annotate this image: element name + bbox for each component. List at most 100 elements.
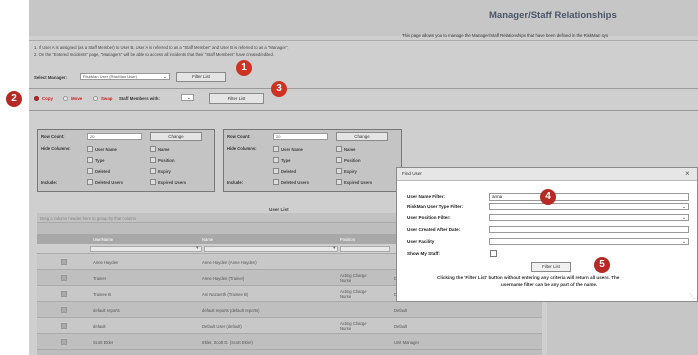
user-type-filter-select[interactable]: ⌄ [489,203,689,210]
cell-extra: Default [394,308,408,313]
chevron-down-icon: ⌄ [681,204,686,210]
staff-filter-list-button[interactable]: Filter List [209,93,264,104]
cell-position: Acting Charge Nurse [340,289,367,299]
include-label: Include: [41,180,58,185]
hide-position-checkbox[interactable] [336,157,342,163]
hide-name-label: Name [158,147,170,152]
position-filter-input[interactable] [340,246,390,252]
dialog-filter-list-button[interactable]: Filter List [531,262,571,272]
column-header-username[interactable]: UserName [93,237,113,242]
table-row[interactable]: default reports default reports (default… [37,302,542,318]
cell-name: Default User (default) [202,324,242,329]
dialog-help-line-1: Clicking the 'Filter List' button withou… [437,275,620,280]
column-header-name[interactable]: Name [202,237,213,242]
header-divider [29,40,698,41]
hide-deleted-checkbox[interactable] [273,168,279,174]
change-button[interactable]: Change [150,132,202,141]
hide-expiry-checkbox[interactable] [150,168,156,174]
table-row[interactable]: default Default User (default) Acting Ch… [37,318,542,334]
name-filter-input[interactable] [204,246,338,252]
filter-icon[interactable]: ▾ [196,246,199,251]
row-count-value: 20 [90,134,95,139]
hide-name-checkbox[interactable] [150,146,156,152]
left-options-panel: Row Count: 20 Change Hide Columns: User … [37,129,215,192]
facility-label: User Facility [407,239,435,244]
hide-position-checkbox[interactable] [150,157,156,163]
cell-position: Acting Charge Nurse [340,321,367,331]
user-name-filter-input[interactable]: anna [489,193,689,201]
copy-radio[interactable] [34,96,39,101]
move-radio[interactable] [63,96,68,101]
show-my-staff-checkbox[interactable] [490,250,497,257]
row-count-label: Row Count: [41,134,65,139]
swap-label: Swap [101,96,113,101]
row-checkbox[interactable] [61,339,67,345]
include-expired-users-checkbox[interactable] [336,179,342,185]
row-checkbox[interactable] [61,323,67,329]
close-icon[interactable]: × [685,169,690,178]
include-expired-users-checkbox[interactable] [150,179,156,185]
hide-expiry-label: Expiry [158,169,171,174]
row-checkbox[interactable] [61,307,67,313]
table-row[interactable]: Scott Ekler Ekler, Scott D. (Scott Ekler… [37,334,542,350]
dialog-help-line-2: username filter can be any part of the n… [501,282,598,287]
filter-icon[interactable]: ▾ [333,246,336,251]
cell-username: default [93,324,106,329]
hide-deleted-checkbox[interactable] [87,168,93,174]
row-count-input[interactable]: 20 [87,133,142,140]
position-filter-select[interactable]: ⌄ [489,214,689,221]
hide-username-label: User Name [95,147,117,152]
hide-columns-label: Hide Columns: [227,146,257,151]
row-checkbox[interactable] [61,291,67,297]
cell-username: default reports [93,308,120,313]
row-checkbox[interactable] [61,259,67,265]
include-expired-users-label: Expired Users [344,180,373,185]
dialog-titlebar: Find User × [397,168,697,181]
staff-members-dropdown[interactable]: ⌄ [181,94,194,101]
column-header-position[interactable]: Position [340,237,355,242]
section-divider-2 [29,110,698,111]
hide-username-checkbox[interactable] [273,146,279,152]
hide-type-checkbox[interactable] [273,157,279,163]
chevron-down-icon: ⌄ [681,239,686,245]
resize-grip-icon[interactable]: ⋱ [689,294,695,300]
include-deleted-users-checkbox[interactable] [87,179,93,185]
annotation-badge-3: 3 [271,81,287,97]
group-by-hint: Drag a column header here to group by th… [40,216,136,221]
annotation-badge-4: 4 [540,189,556,205]
chevron-down-icon: ⌄ [186,95,191,101]
select-manager-dropdown[interactable]: RiskMan User (RiskMan User) ⌄ [80,73,170,80]
cell-name: Anne Hayden (Anne Hayden) [202,260,257,265]
show-my-staff-label: Show My Staff: [407,251,440,256]
hide-type-checkbox[interactable] [87,157,93,163]
swap-radio[interactable] [93,96,98,101]
hide-name-checkbox[interactable] [336,146,342,152]
hide-expiry-checkbox[interactable] [336,168,342,174]
page-title: Manager/Staff Relationships [489,10,617,21]
username-filter-input[interactable] [90,246,202,252]
hide-columns-label: Hide Columns: [41,146,71,151]
manager-filter-list-button[interactable]: Filter List [176,72,226,82]
cell-name: default reports (default reports) [202,308,260,313]
cell-username: Trainee B [93,292,111,297]
cell-username: Trainer [93,276,107,281]
staff-members-label: Staff Members with: [119,96,160,101]
select-manager-value: RiskMan User (RiskMan User) [83,74,138,79]
note-2: 2. On the "Entered Incidents" page, "Man… [34,52,274,57]
hide-username-checkbox[interactable] [87,146,93,152]
row-count-input[interactable]: 20 [273,133,328,140]
hide-deleted-label: Deleted [95,169,111,174]
select-manager-label: Select Manager: [34,75,67,80]
row-checkbox[interactable] [61,275,67,281]
facility-select[interactable]: ⌄ [489,238,689,245]
find-user-dialog: Find User × User Name Filter: anna RiskM… [396,167,698,302]
hide-position-label: Position [344,158,361,163]
include-deleted-users-label: Deleted Users [95,180,123,185]
include-deleted-users-checkbox[interactable] [273,179,279,185]
change-button[interactable]: Change [336,132,388,141]
created-after-label: User Created After Date: [407,227,461,232]
created-after-input[interactable] [489,226,689,233]
user-type-filter-label: RiskMan User Type Filter: [407,204,464,209]
cell-extra: Unit Manager [394,340,420,345]
move-label: Move [71,96,83,101]
